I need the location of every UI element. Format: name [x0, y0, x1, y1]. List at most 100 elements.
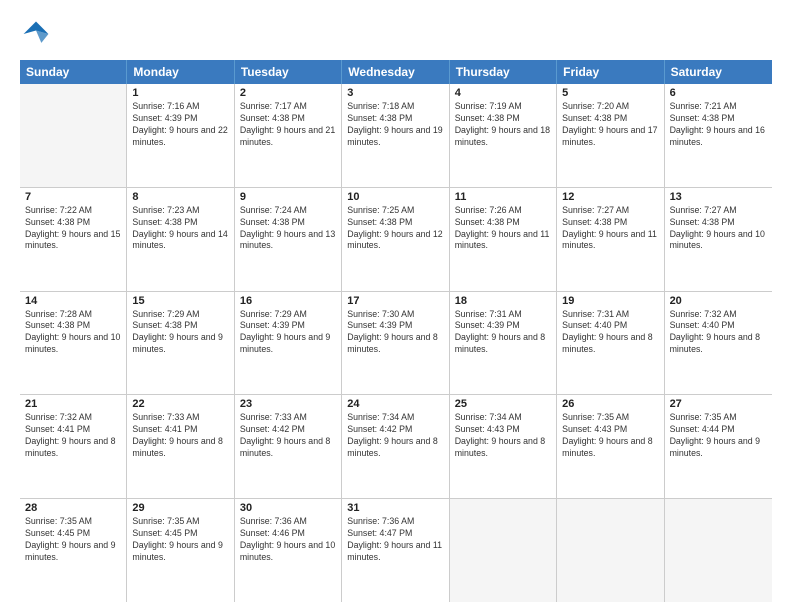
calendar-cell [557, 499, 664, 602]
day-number: 22 [132, 398, 228, 410]
day-number: 4 [455, 87, 551, 99]
cell-info: Sunrise: 7:34 AM Sunset: 4:42 PM Dayligh… [347, 412, 443, 460]
calendar-cell: 22 Sunrise: 7:33 AM Sunset: 4:41 PM Dayli… [127, 395, 234, 498]
cell-info: Sunrise: 7:32 AM Sunset: 4:40 PM Dayligh… [670, 309, 767, 357]
day-number: 28 [25, 502, 121, 514]
day-number: 11 [455, 191, 551, 203]
calendar-cell [450, 499, 557, 602]
calendar-cell: 18 Sunrise: 7:31 AM Sunset: 4:39 PM Dayli… [450, 292, 557, 395]
calendar-cell: 1Sunrise: 7:16 AM Sunset: 4:39 PM Daylig… [127, 84, 234, 187]
cell-info: Sunrise: 7:28 AM Sunset: 4:38 PM Dayligh… [25, 309, 121, 357]
calendar-cell: 11Sunrise: 7:26 AM Sunset: 4:38 PM Dayli… [450, 188, 557, 291]
calendar-row-2: 7 Sunrise: 7:22 AM Sunset: 4:38 PM Daylig… [20, 188, 772, 292]
calendar-cell: 9 Sunrise: 7:24 AM Sunset: 4:38 PM Daylig… [235, 188, 342, 291]
header-day-friday: Friday [557, 60, 664, 84]
cell-info: Sunrise: 7:31 AM Sunset: 4:40 PM Dayligh… [562, 309, 658, 357]
cell-info: Sunrise: 7:21 AM Sunset: 4:38 PM Dayligh… [670, 101, 767, 149]
cell-info: Sunrise: 7:35 AM Sunset: 4:44 PM Dayligh… [670, 412, 767, 460]
logo-icon [20, 18, 52, 50]
calendar-cell: 10 Sunrise: 7:25 AM Sunset: 4:38 PM Dayli… [342, 188, 449, 291]
cell-info: Sunrise: 7:35 AM Sunset: 4:43 PM Dayligh… [562, 412, 658, 460]
calendar-cell: 13Sunrise: 7:27 AM Sunset: 4:38 PM Dayli… [665, 188, 772, 291]
cell-info: Sunrise: 7:23 AM Sunset: 4:38 PM Dayligh… [132, 205, 228, 253]
calendar-cell: 6 Sunrise: 7:21 AM Sunset: 4:38 PM Daylig… [665, 84, 772, 187]
header-day-saturday: Saturday [665, 60, 772, 84]
cell-info: Sunrise: 7:24 AM Sunset: 4:38 PM Dayligh… [240, 205, 336, 253]
calendar-cell: 8 Sunrise: 7:23 AM Sunset: 4:38 PM Daylig… [127, 188, 234, 291]
cell-info: Sunrise: 7:19 AM Sunset: 4:38 PM Dayligh… [455, 101, 551, 149]
day-number: 5 [562, 87, 658, 99]
day-number: 1 [132, 87, 228, 99]
calendar-cell: 30Sunrise: 7:36 AM Sunset: 4:46 PM Dayli… [235, 499, 342, 602]
calendar-cell: 3 Sunrise: 7:18 AM Sunset: 4:38 PM Daylig… [342, 84, 449, 187]
calendar-cell: 27 Sunrise: 7:35 AM Sunset: 4:44 PM Dayli… [665, 395, 772, 498]
day-number: 18 [455, 295, 551, 307]
day-number: 27 [670, 398, 767, 410]
calendar-cell: 7 Sunrise: 7:22 AM Sunset: 4:38 PM Daylig… [20, 188, 127, 291]
day-number: 7 [25, 191, 121, 203]
calendar-cell: 28 Sunrise: 7:35 AM Sunset: 4:45 PM Dayli… [20, 499, 127, 602]
calendar-cell: 29Sunrise: 7:35 AM Sunset: 4:45 PM Dayli… [127, 499, 234, 602]
cell-info: Sunrise: 7:27 AM Sunset: 4:38 PM Dayligh… [670, 205, 767, 253]
day-number: 16 [240, 295, 336, 307]
day-number: 10 [347, 191, 443, 203]
day-number: 26 [562, 398, 658, 410]
day-number: 15 [132, 295, 228, 307]
day-number: 31 [347, 502, 443, 514]
cell-info: Sunrise: 7:29 AM Sunset: 4:38 PM Dayligh… [132, 309, 228, 357]
calendar-cell: 21Sunrise: 7:32 AM Sunset: 4:41 PM Dayli… [20, 395, 127, 498]
calendar-cell: 19 Sunrise: 7:31 AM Sunset: 4:40 PM Dayli… [557, 292, 664, 395]
day-number: 29 [132, 502, 228, 514]
calendar-cell: 14 Sunrise: 7:28 AM Sunset: 4:38 PM Dayli… [20, 292, 127, 395]
day-number: 3 [347, 87, 443, 99]
calendar-cell: 31 Sunrise: 7:36 AM Sunset: 4:47 PM Dayli… [342, 499, 449, 602]
cell-info: Sunrise: 7:35 AM Sunset: 4:45 PM Dayligh… [25, 516, 121, 564]
header-day-wednesday: Wednesday [342, 60, 449, 84]
header-day-sunday: Sunday [20, 60, 127, 84]
day-number: 6 [670, 87, 767, 99]
cell-info: Sunrise: 7:31 AM Sunset: 4:39 PM Dayligh… [455, 309, 551, 357]
calendar-row-3: 14 Sunrise: 7:28 AM Sunset: 4:38 PM Dayli… [20, 292, 772, 396]
header-day-thursday: Thursday [450, 60, 557, 84]
day-number: 17 [347, 295, 443, 307]
cell-info: Sunrise: 7:34 AM Sunset: 4:43 PM Dayligh… [455, 412, 551, 460]
day-number: 25 [455, 398, 551, 410]
calendar-cell: 2Sunrise: 7:17 AM Sunset: 4:38 PM Daylig… [235, 84, 342, 187]
day-number: 9 [240, 191, 336, 203]
day-number: 14 [25, 295, 121, 307]
header [20, 18, 772, 50]
cell-info: Sunrise: 7:30 AM Sunset: 4:39 PM Dayligh… [347, 309, 443, 357]
cell-info: Sunrise: 7:25 AM Sunset: 4:38 PM Dayligh… [347, 205, 443, 253]
header-day-tuesday: Tuesday [235, 60, 342, 84]
calendar-cell: 16 Sunrise: 7:29 AM Sunset: 4:39 PM Dayli… [235, 292, 342, 395]
calendar-cell: 12 Sunrise: 7:27 AM Sunset: 4:38 PM Dayli… [557, 188, 664, 291]
calendar-row-4: 21Sunrise: 7:32 AM Sunset: 4:41 PM Dayli… [20, 395, 772, 499]
cell-info: Sunrise: 7:22 AM Sunset: 4:38 PM Dayligh… [25, 205, 121, 253]
cell-info: Sunrise: 7:29 AM Sunset: 4:39 PM Dayligh… [240, 309, 336, 357]
day-number: 19 [562, 295, 658, 307]
day-number: 12 [562, 191, 658, 203]
calendar-cell: 17 Sunrise: 7:30 AM Sunset: 4:39 PM Dayli… [342, 292, 449, 395]
cell-info: Sunrise: 7:18 AM Sunset: 4:38 PM Dayligh… [347, 101, 443, 149]
calendar-row-5: 28 Sunrise: 7:35 AM Sunset: 4:45 PM Dayli… [20, 499, 772, 602]
logo [20, 18, 56, 50]
day-number: 21 [25, 398, 121, 410]
cell-info: Sunrise: 7:20 AM Sunset: 4:38 PM Dayligh… [562, 101, 658, 149]
calendar-body: 1Sunrise: 7:16 AM Sunset: 4:39 PM Daylig… [20, 84, 772, 602]
cell-info: Sunrise: 7:36 AM Sunset: 4:46 PM Dayligh… [240, 516, 336, 564]
cell-info: Sunrise: 7:33 AM Sunset: 4:42 PM Dayligh… [240, 412, 336, 460]
day-number: 8 [132, 191, 228, 203]
day-number: 2 [240, 87, 336, 99]
cell-info: Sunrise: 7:33 AM Sunset: 4:41 PM Dayligh… [132, 412, 228, 460]
cell-info: Sunrise: 7:36 AM Sunset: 4:47 PM Dayligh… [347, 516, 443, 564]
calendar-header: SundayMondayTuesdayWednesdayThursdayFrid… [20, 60, 772, 84]
cell-info: Sunrise: 7:27 AM Sunset: 4:38 PM Dayligh… [562, 205, 658, 253]
header-day-monday: Monday [127, 60, 234, 84]
page: SundayMondayTuesdayWednesdayThursdayFrid… [0, 0, 792, 612]
calendar-cell: 4 Sunrise: 7:19 AM Sunset: 4:38 PM Daylig… [450, 84, 557, 187]
calendar-cell: 25 Sunrise: 7:34 AM Sunset: 4:43 PM Dayli… [450, 395, 557, 498]
calendar-cell: 23 Sunrise: 7:33 AM Sunset: 4:42 PM Dayli… [235, 395, 342, 498]
day-number: 23 [240, 398, 336, 410]
calendar-cell [665, 499, 772, 602]
calendar-cell [20, 84, 127, 187]
